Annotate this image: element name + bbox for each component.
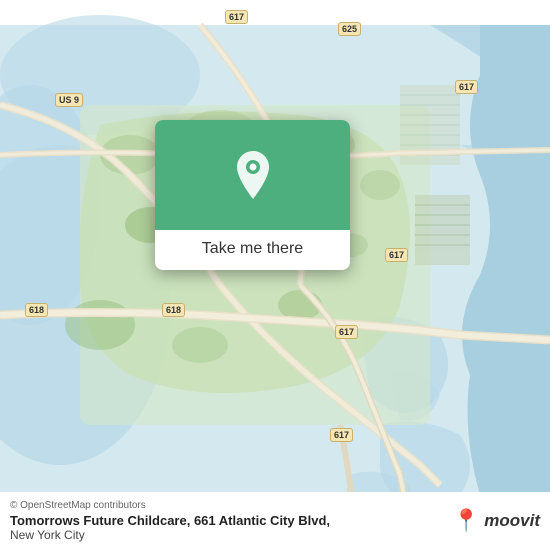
road-badge-617-lower: 617: [335, 325, 358, 339]
road-badge-617-mid: 617: [385, 248, 408, 262]
road-badge-617-bottom: 617: [330, 428, 353, 442]
take-me-there-button[interactable]: Take me there: [202, 240, 303, 258]
road-badge-617-right: 617: [455, 80, 478, 94]
bottom-info: © OpenStreetMap contributors Tomorrows F…: [10, 500, 330, 542]
moovit-brand: moovit: [484, 511, 540, 531]
location-city: New York City: [10, 528, 330, 542]
location-pin-icon: [232, 149, 274, 201]
location-name: Tomorrows Future Childcare, 661 Atlantic…: [10, 513, 330, 528]
road-badge-625: 625: [338, 22, 361, 36]
osm-attribution: © OpenStreetMap contributors: [10, 500, 330, 511]
road-badge-617-top: 617: [225, 10, 248, 24]
road-badge-618-left: 618: [25, 303, 48, 317]
road-badge-us9: US 9: [55, 93, 83, 107]
road-badge-618-right: 618: [162, 303, 185, 317]
map-container: US 9 617 625 617 617 618 618 617 617 Tak…: [0, 0, 550, 550]
popup-button-area: Take me there: [155, 230, 350, 270]
moovit-pin-icon: 📍: [453, 508, 480, 534]
moovit-logo: 📍 moovit: [453, 508, 540, 534]
bottom-bar: © OpenStreetMap contributors Tomorrows F…: [0, 492, 550, 550]
location-popup: Take me there: [155, 120, 350, 270]
popup-header: [155, 120, 350, 230]
